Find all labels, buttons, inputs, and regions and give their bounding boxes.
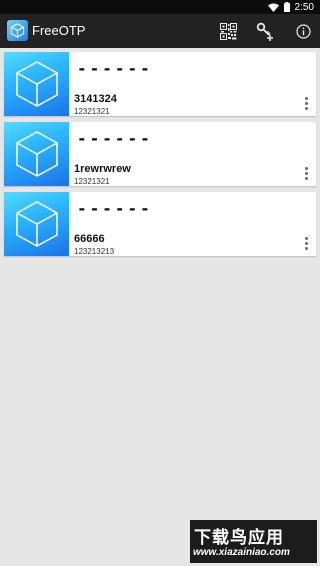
- token-card[interactable]: ------ 66666 123213213: [4, 192, 316, 256]
- wifi-icon: [267, 3, 279, 12]
- about-button[interactable]: [292, 20, 314, 42]
- token-issuer: 3141324: [74, 93, 117, 105]
- info-icon: [295, 23, 311, 39]
- status-bar: 2:50: [0, 0, 320, 14]
- token-issuer: 66666: [74, 233, 105, 245]
- watermark-title: 下载鸟应用: [194, 528, 284, 548]
- token-menu-button[interactable]: [300, 234, 312, 252]
- more-vert-icon: [304, 166, 308, 181]
- token-code: ------: [77, 199, 153, 218]
- token-label: 12321321: [74, 177, 110, 186]
- status-time: 2:50: [294, 1, 314, 13]
- scan-qr-button[interactable]: [217, 20, 239, 42]
- token-card[interactable]: ------ 1rewrwrew 12321321: [4, 122, 316, 186]
- token-label: 12321321: [74, 107, 110, 116]
- token-image: [4, 122, 69, 186]
- token-card[interactable]: ------ 3141324 12321321: [4, 52, 316, 116]
- qr-code-icon: [219, 22, 237, 40]
- token-code: ------: [77, 59, 153, 78]
- more-vert-icon: [304, 96, 308, 111]
- app-bar: FreeOTP: [0, 14, 320, 48]
- token-code: ------: [77, 129, 153, 148]
- cube-icon: [15, 61, 58, 107]
- battery-icon: [283, 2, 290, 12]
- token-menu-button[interactable]: [300, 164, 312, 182]
- watermark: 下载鸟应用 www.xiazainiao.com: [190, 520, 317, 563]
- token-menu-button[interactable]: [300, 94, 312, 112]
- cube-icon: [15, 131, 58, 177]
- status-icons: 2:50: [267, 1, 314, 13]
- add-token-button[interactable]: [254, 20, 276, 42]
- token-image: [4, 192, 69, 256]
- cube-icon: [15, 201, 58, 247]
- watermark-url: www.xiazainiao.com: [193, 547, 290, 558]
- token-image: [4, 52, 69, 116]
- more-vert-icon: [304, 236, 308, 251]
- token-label: 123213213: [74, 247, 115, 256]
- app-logo-icon: [7, 20, 28, 41]
- token-issuer: 1rewrwrew: [74, 163, 131, 175]
- key-add-icon: [256, 22, 273, 41]
- app-title: FreeOTP: [32, 23, 86, 38]
